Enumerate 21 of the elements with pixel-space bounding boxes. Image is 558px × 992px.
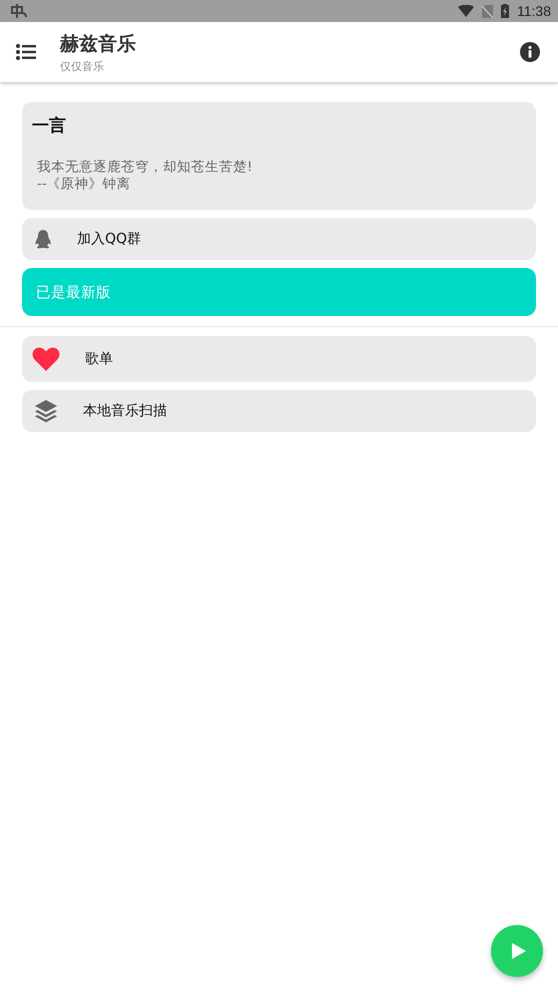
menu-button[interactable] <box>16 44 36 60</box>
info-icon <box>520 42 540 62</box>
list-item[interactable]: 本地音乐扫描 <box>22 390 536 432</box>
wifi-icon <box>458 5 474 17</box>
info-button[interactable] <box>520 42 540 62</box>
clock-time: 11:38 <box>517 3 551 19</box>
bug-icon <box>9 3 27 19</box>
no-sim-icon <box>482 4 493 18</box>
app-title: 赫兹音乐 <box>60 32 137 56</box>
card-title: 一言 <box>32 115 67 137</box>
list-item[interactable]: 歌单 <box>22 336 536 382</box>
quote-source: --《原神》钟离 <box>37 176 132 193</box>
battery-icon <box>501 4 509 18</box>
penguin-icon <box>34 229 52 249</box>
heart-icon <box>32 347 60 371</box>
menu-icon <box>16 44 36 60</box>
layers-icon <box>34 399 58 423</box>
play-icon <box>512 943 526 959</box>
list-item[interactable]: 加入QQ群 <box>22 218 536 260</box>
app-subtitle: 仅仅音乐 <box>60 58 105 74</box>
quote-text: 我本无意逐鹿苍穹，却知苍生苦楚! <box>37 159 254 176</box>
